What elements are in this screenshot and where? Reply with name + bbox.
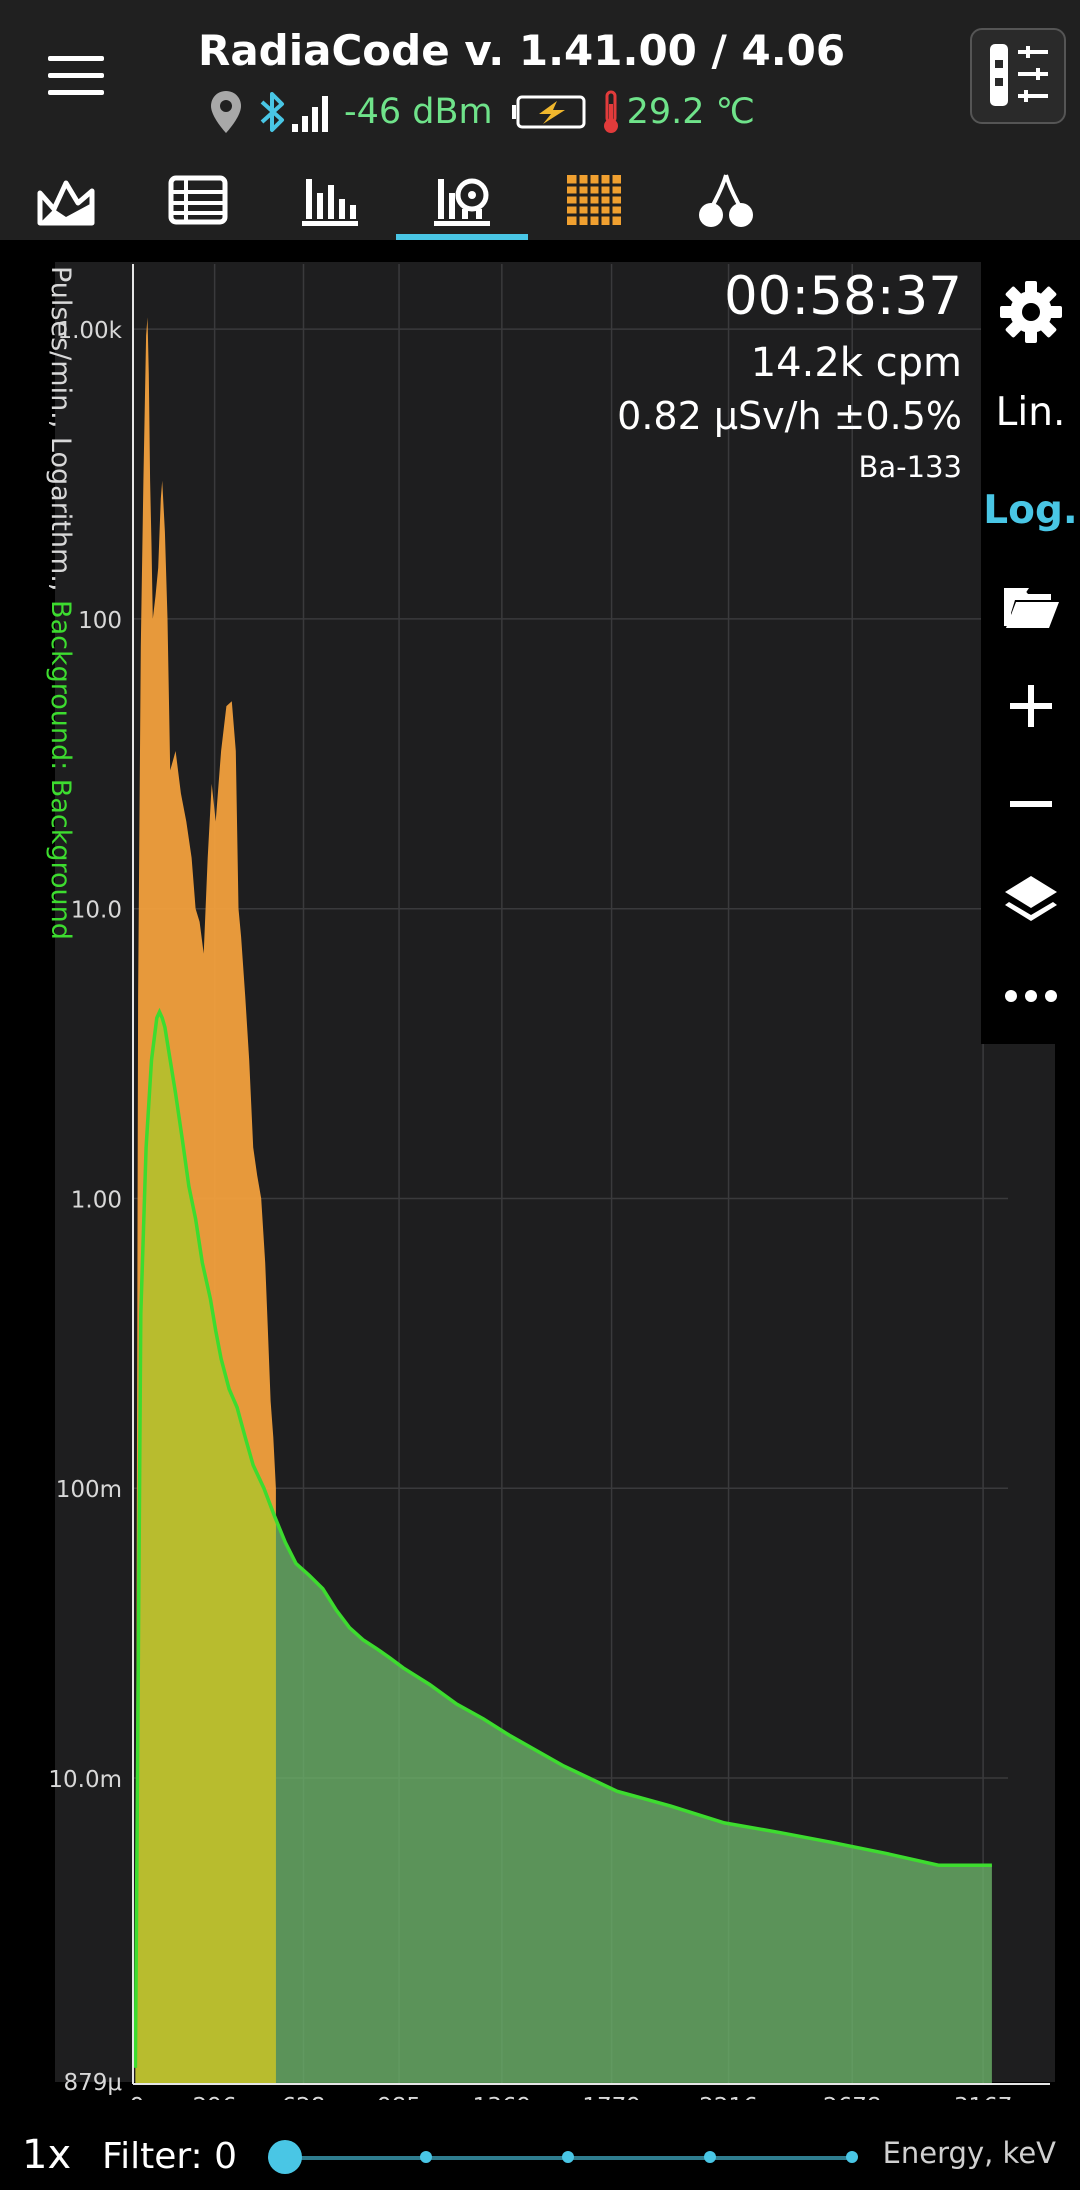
x-tick-label: 628 [282,2094,326,2100]
chart-settings-button[interactable] [981,268,1080,356]
x-axis-label: Energy, keV [882,2136,1056,2170]
y-tick-label: 10.0m [48,1767,122,1793]
y-tick-label: 879μ [63,2070,122,2096]
x-tick-label: 296 [193,2094,237,2100]
slider-step-dot [704,2151,716,2163]
layers-icon [1004,876,1057,921]
plus-icon [1009,685,1052,727]
count-rate: 14.2k cpm [750,340,962,386]
x-tick-label: 985 [377,2094,421,2100]
log-scale-button[interactable]: Log. [981,466,1080,554]
folder-open-icon [1003,588,1059,628]
more-options-button[interactable] [981,956,1080,1036]
more-dots-icon [1004,990,1057,1002]
zoom-in-button[interactable] [981,662,1080,750]
y-axis-label-series: Background: Background [45,600,76,940]
chart-toolbar: Lin. Log. [981,262,1080,1044]
y-axis-label-prefix: Pulses/min., Logarithm., [45,266,76,601]
measurement-time: 00:58:37 [723,266,962,327]
filter-slider-thumb[interactable] [268,2140,302,2174]
x-tick-label: 3167 [954,2094,1013,2100]
y-tick-label: 1.00 [71,1187,122,1213]
y-axis-label: Pulses/min., Logarithm., Background: Bac… [0,262,76,962]
y-tick-label: 100 [78,608,122,634]
y-tick-label: 10.0 [71,898,122,924]
dose-rate: 0.82 μSv/h ±0.5% [617,394,962,438]
linear-scale-label: Lin. [995,389,1066,435]
x-tick-label: -9 [122,2094,145,2100]
slider-step-dot [846,2151,858,2163]
zoom-level[interactable]: 1x [22,2132,71,2178]
x-tick-labels: -9 296 628 985 1369 1779 2216 2678 3167 [122,2094,1013,2100]
x-tick-label: 1369 [473,2094,532,2100]
slider-step-dot [562,2151,574,2163]
isotope-label: Ba-133 [858,450,962,484]
x-tick-label: 2678 [823,2094,882,2100]
filter-label: Filter: 0 [102,2136,237,2177]
log-scale-label: Log. [983,487,1078,533]
slider-step-dot [420,2151,432,2163]
minus-icon [1009,801,1052,807]
x-tick-label: 1779 [582,2094,641,2100]
open-file-button[interactable] [981,564,1080,652]
layers-button[interactable] [981,858,1080,946]
gear-icon [999,281,1062,343]
series-areas [133,317,992,2085]
linear-scale-button[interactable]: Lin. [981,368,1080,456]
x-tick-label: 2216 [699,2094,758,2100]
zoom-out-button[interactable] [981,760,1080,848]
y-tick-label: 100m [56,1477,122,1503]
